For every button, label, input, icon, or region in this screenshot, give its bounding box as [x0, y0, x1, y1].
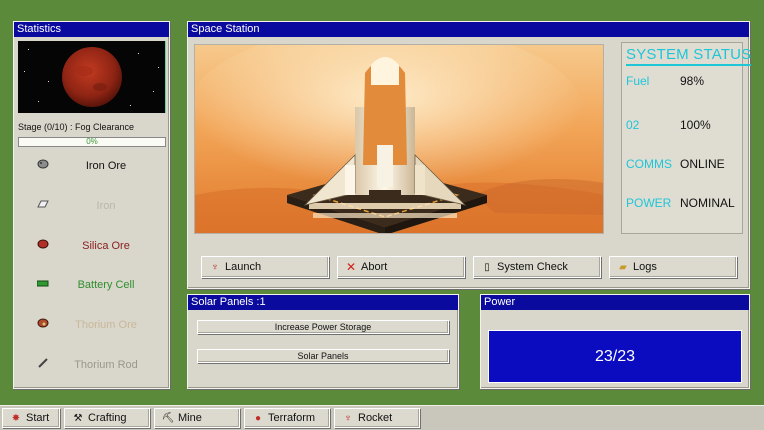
abort-label: Abort: [361, 261, 388, 273]
status-key: Fuel: [626, 74, 650, 88]
rocket-scene: [194, 44, 604, 234]
resource-label: Iron: [96, 200, 116, 212]
status-key: POWER: [626, 196, 672, 210]
resource-battery-cell: Battery Cell: [14, 277, 169, 295]
solar-panels-button[interactable]: Solar Panels: [197, 349, 449, 363]
taskbar: ✸ Start ⚒ Crafting ⛏ Mine ● Terraform ♆ …: [0, 405, 764, 430]
thorium-ore-icon: [36, 318, 50, 331]
status-value: NOMINAL: [680, 196, 735, 210]
mine-label: Mine: [178, 412, 202, 424]
iron-ore-icon: [36, 159, 50, 172]
folder-icon: ▰: [619, 261, 627, 273]
stage-progress-bar: 0%: [18, 137, 166, 147]
resource-thorium-ore: Thorium Ore: [14, 317, 169, 335]
increase-power-storage-button[interactable]: Increase Power Storage: [197, 320, 449, 334]
crafting-label: Crafting: [88, 412, 127, 424]
taskbar-terraform[interactable]: ● Terraform: [244, 408, 330, 428]
resource-silica-ore: Silica Ore: [14, 238, 169, 256]
progress-text: 0%: [86, 137, 98, 146]
logs-label: Logs: [633, 261, 657, 273]
space-station-panel: Space Station SYSTEM STATUS Fuel 98% 02 …: [187, 21, 752, 289]
resource-label: Iron Ore: [85, 160, 127, 172]
power-title: Power: [481, 295, 749, 310]
resource-label: Silica Ore: [82, 240, 130, 252]
status-key: COMMS: [626, 157, 672, 171]
thorium-rod-icon: [36, 358, 50, 371]
start-label: Start: [26, 412, 50, 424]
battery-icon: [36, 278, 50, 291]
status-value: ONLINE: [680, 157, 725, 171]
resource-label: Battery Cell: [77, 279, 135, 291]
taskbar-crafting[interactable]: ⚒ Crafting: [64, 408, 150, 428]
planet-small-icon: ●: [254, 412, 262, 424]
resource-iron: Iron: [14, 198, 169, 216]
logs-button[interactable]: ▰ Logs: [609, 256, 737, 278]
pickaxe-icon: ⛏: [161, 412, 175, 424]
system-check-label: System Check: [497, 261, 568, 273]
resource-iron-ore: Iron Ore: [14, 158, 169, 176]
resource-label: Thorium Rod: [74, 359, 138, 371]
taskbar-rocket[interactable]: ♆ Rocket: [334, 408, 420, 428]
start-button[interactable]: ✸ Start: [2, 408, 60, 428]
close-icon: ✕: [345, 260, 357, 274]
rocket-small-icon: ♆: [344, 412, 352, 424]
launch-button[interactable]: ♆ Launch: [201, 256, 329, 278]
rocket-label: Rocket: [358, 412, 393, 424]
stage-label: Stage (0/10) : Fog Clearance: [18, 122, 135, 132]
terraform-label: Terraform: [268, 412, 316, 424]
solar-panels-title: Solar Panels :1: [188, 295, 458, 310]
power-reading: 23/23: [488, 330, 742, 383]
system-status-box: SYSTEM STATUS Fuel 98% 02 100% COMMS ONL…: [621, 42, 752, 234]
resource-thorium-rod: Thorium Rod: [14, 357, 169, 375]
system-check-button[interactable]: ▯ System Check: [473, 256, 601, 278]
abort-button[interactable]: ✕ Abort: [337, 256, 465, 278]
silica-ore-icon: [36, 239, 50, 252]
statistics-title: Statistics: [14, 22, 169, 37]
power-panel: Power 23/23: [480, 294, 750, 389]
taskbar-mine[interactable]: ⛏ Mine: [154, 408, 240, 428]
iron-ingot-icon: [36, 199, 50, 212]
rocket-icon: ♆: [211, 261, 219, 273]
status-value: 98%: [680, 74, 705, 88]
start-icon: ✸: [11, 412, 21, 424]
planet-view: [18, 41, 166, 113]
crafting-icon: ⚒: [73, 412, 83, 424]
status-value: 100%: [680, 118, 711, 132]
launch-label: Launch: [225, 261, 262, 273]
rocket-illustration: [195, 45, 603, 233]
statistics-panel: Statistics Stage (0/10) : Fog Clearance …: [13, 21, 170, 389]
clipboard-icon: ▯: [484, 261, 490, 273]
solar-panels-panel: Solar Panels :1 Increase Power Storage S…: [187, 294, 459, 389]
resource-label: Thorium Ore: [75, 319, 137, 331]
planet-icon: [62, 47, 122, 107]
status-key: 02: [626, 118, 640, 132]
space-station-title: Space Station: [188, 22, 749, 37]
system-status-title: SYSTEM STATUS: [626, 46, 752, 66]
